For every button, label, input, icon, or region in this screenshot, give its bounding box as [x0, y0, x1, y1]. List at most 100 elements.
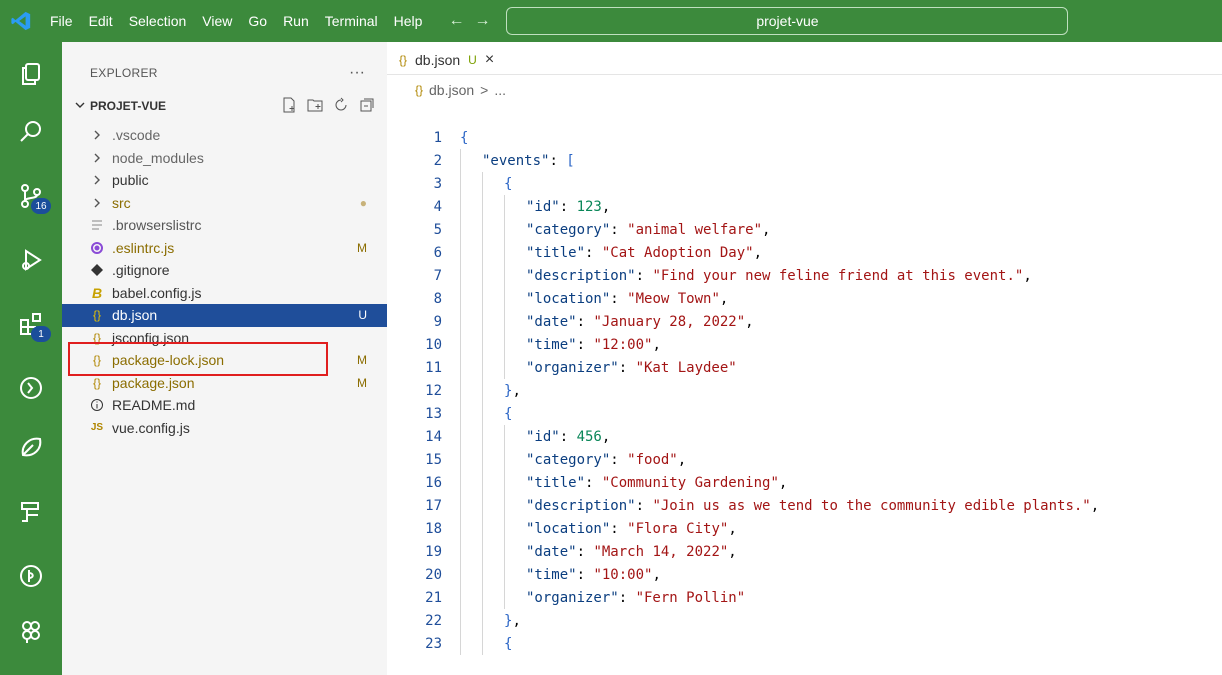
menu-run[interactable]: Run: [275, 0, 317, 42]
indent-guide: [482, 172, 504, 195]
git-graph-icon[interactable]: [17, 618, 45, 646]
code-token: :: [610, 221, 628, 238]
code-line[interactable]: 7 "description": "Find your new feline fr…: [387, 264, 1222, 287]
code-area[interactable]: 1{2 "events": [3{4 "id": 123, 5 "category": …: [387, 126, 1222, 655]
tree-item-browserslistrc[interactable]: .browserslistrc: [62, 214, 387, 237]
tree-item-src[interactable]: src ●: [62, 192, 387, 215]
indent-guide: [460, 448, 482, 471]
code-token: {: [460, 129, 469, 146]
remote-explorer-icon[interactable]: [17, 374, 45, 402]
chevron-down-icon: [74, 99, 86, 114]
timeline-icon[interactable]: [17, 562, 45, 590]
command-center-search[interactable]: projet-vue: [506, 7, 1069, 35]
line-number: 8: [433, 290, 442, 307]
indent-guide: [460, 218, 482, 241]
code-token: "title": [526, 474, 586, 491]
tree-item-gitignore[interactable]: .gitignore: [62, 259, 387, 282]
tree-item-db-json[interactable]: {} db.json U: [62, 304, 387, 327]
code-line[interactable]: 10 "time": "12:00",: [387, 333, 1222, 356]
tree-item-label: .browserslistrc: [112, 217, 202, 234]
search-icon[interactable]: [17, 118, 45, 146]
code-line[interactable]: 16 "title": "Community Gardening",: [387, 471, 1222, 494]
code-line[interactable]: 6 "title": "Cat Adoption Day",: [387, 241, 1222, 264]
code-line[interactable]: 9 "date": "January 28, 2022",: [387, 310, 1222, 333]
chevron-right-icon: [88, 197, 106, 209]
tree-item-vue-config[interactable]: JS vue.config.js: [62, 417, 387, 440]
line-number: 4: [433, 198, 442, 215]
code-line[interactable]: 17 "description": "Join us as we tend to …: [387, 494, 1222, 517]
indent-guide: [460, 586, 482, 609]
tree-item-eslintrc[interactable]: .eslintrc.js M: [62, 237, 387, 260]
json-icon: {}: [92, 375, 101, 390]
back-arrow-icon[interactable]: ←: [448, 12, 464, 30]
breadcrumb-more[interactable]: ...: [494, 82, 506, 98]
source-control-badge: 16: [31, 198, 51, 214]
code-token: ,: [728, 520, 737, 537]
run-debug-icon[interactable]: [17, 246, 45, 274]
tab-db-json[interactable]: {} db.json U ×: [399, 48, 494, 72]
editor-tabs: {} db.json U ×: [387, 42, 1222, 75]
code-line[interactable]: 22},: [387, 609, 1222, 632]
tree-item-babel-config[interactable]: B babel.config.js: [62, 282, 387, 305]
code-line[interactable]: 2 "events": [: [387, 149, 1222, 172]
breadcrumb: {} db.json > ...: [415, 82, 506, 98]
indent-guide: [482, 540, 504, 563]
js-icon: JS: [90, 422, 104, 434]
code-line[interactable]: 19 "date": "March 14, 2022",: [387, 540, 1222, 563]
tree-item-node-modules[interactable]: node_modules: [62, 147, 387, 170]
vscode-logo-icon[interactable]: [0, 0, 42, 42]
chevron-right-icon: [88, 129, 106, 141]
code-token: "10:00": [593, 566, 653, 583]
code-line[interactable]: 1{: [387, 126, 1222, 149]
line-number: 11: [425, 359, 442, 376]
breadcrumb-file[interactable]: db.json: [429, 82, 474, 98]
code-line[interactable]: 15 "category": "food",: [387, 448, 1222, 471]
menu-help[interactable]: Help: [386, 0, 431, 42]
code-line[interactable]: 18 "location": "Flora City",: [387, 517, 1222, 540]
tree-item-label: node_modules: [112, 149, 204, 166]
testing-icon[interactable]: [17, 434, 45, 462]
menu-go[interactable]: Go: [240, 0, 275, 42]
menu-view[interactable]: View: [194, 0, 240, 42]
code-token: {: [504, 405, 513, 422]
code-token: "organizer": [526, 359, 619, 376]
code-line[interactable]: 11 "organizer": "Kat Laydee": [387, 356, 1222, 379]
indent-guide: [482, 471, 504, 494]
new-folder-icon[interactable]: [307, 97, 323, 116]
extensions-icon[interactable]: 1: [17, 310, 51, 342]
collapse-all-icon[interactable]: [359, 97, 375, 116]
tree-item-public[interactable]: public: [62, 169, 387, 192]
code-line[interactable]: 4 "id": 123,: [387, 195, 1222, 218]
line-number: 13: [425, 405, 442, 422]
menu-edit[interactable]: Edit: [81, 0, 121, 42]
refresh-icon[interactable]: [333, 97, 349, 116]
code-line[interactable]: 8 "location": "Meow Town",: [387, 287, 1222, 310]
indent-guide: [504, 540, 526, 563]
project-header[interactable]: PROJET-VUE: [74, 95, 375, 117]
more-actions-icon[interactable]: ···: [349, 64, 365, 82]
code-line[interactable]: 12},: [387, 379, 1222, 402]
code-line[interactable]: 14 "id": 456,: [387, 425, 1222, 448]
menu-selection[interactable]: Selection: [121, 0, 195, 42]
line-number: 22: [425, 612, 442, 629]
editor: {} db.json U × {} db.json > ... 1{2 "even…: [387, 42, 1222, 675]
code-line[interactable]: 23 {: [387, 632, 1222, 655]
docker-icon[interactable]: [17, 498, 45, 526]
code-line[interactable]: 21 "organizer": "Fern Pollin": [387, 586, 1222, 609]
menu-file[interactable]: File: [42, 0, 81, 42]
indent-guide: [482, 356, 504, 379]
code-line[interactable]: 3{: [387, 172, 1222, 195]
menu-terminal[interactable]: Terminal: [317, 0, 386, 42]
code-line[interactable]: 20 "time": "10:00",: [387, 563, 1222, 586]
indent-guide: [482, 586, 504, 609]
code-line[interactable]: 13 {: [387, 402, 1222, 425]
code-line[interactable]: 5 "category": "animal welfare",: [387, 218, 1222, 241]
tree-item-readme[interactable]: README.md: [62, 394, 387, 417]
close-icon[interactable]: ×: [485, 51, 494, 69]
source-control-icon[interactable]: 16: [17, 182, 51, 214]
tree-item-vscode[interactable]: .vscode: [62, 124, 387, 147]
indent-guide: [504, 517, 526, 540]
forward-arrow-icon[interactable]: →: [474, 12, 490, 30]
new-file-icon[interactable]: [281, 97, 297, 116]
explorer-icon[interactable]: [17, 60, 45, 88]
